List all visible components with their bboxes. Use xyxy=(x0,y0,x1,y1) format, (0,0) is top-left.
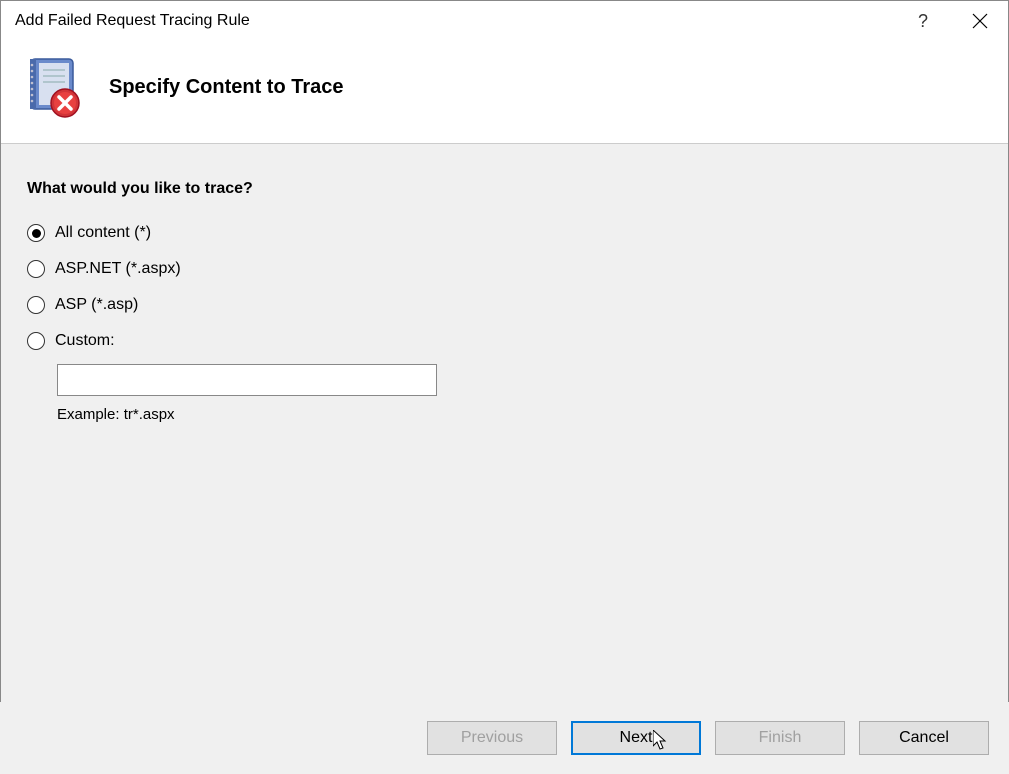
help-button[interactable]: ? xyxy=(910,7,936,36)
radio-icon xyxy=(27,260,45,278)
radio-custom[interactable]: Custom: xyxy=(27,332,982,350)
cancel-button[interactable]: Cancel xyxy=(859,721,989,755)
window-title: Add Failed Request Tracing Rule xyxy=(13,12,250,30)
prompt-label: What would you like to trace? xyxy=(27,180,982,198)
radio-icon xyxy=(27,224,45,242)
wizard-icon xyxy=(21,55,85,119)
radio-group: All content (*) ASP.NET (*.aspx) ASP (*.… xyxy=(27,224,982,350)
titlebar-controls: ? xyxy=(910,7,996,36)
radio-all-content[interactable]: All content (*) xyxy=(27,224,982,242)
radio-aspnet[interactable]: ASP.NET (*.aspx) xyxy=(27,260,982,278)
example-label: Example: tr*.aspx xyxy=(57,406,982,423)
close-icon xyxy=(972,13,988,29)
radio-label: ASP (*.asp) xyxy=(55,296,138,314)
custom-section: Example: tr*.aspx xyxy=(57,364,982,423)
radio-asp[interactable]: ASP (*.asp) xyxy=(27,296,982,314)
wizard-header: Specify Content to Trace xyxy=(1,41,1008,144)
radio-icon xyxy=(27,332,45,350)
radio-label: Custom: xyxy=(55,332,115,350)
wizard-heading: Specify Content to Trace xyxy=(109,76,344,99)
titlebar: Add Failed Request Tracing Rule ? xyxy=(1,1,1008,41)
radio-label: All content (*) xyxy=(55,224,151,242)
finish-button: Finish xyxy=(715,721,845,755)
radio-label: ASP.NET (*.aspx) xyxy=(55,260,181,278)
wizard-button-bar: Previous Next Finish Cancel xyxy=(0,702,1009,774)
close-button[interactable] xyxy=(964,9,996,33)
custom-pattern-input[interactable] xyxy=(57,364,437,396)
next-button[interactable]: Next xyxy=(571,721,701,755)
radio-icon xyxy=(27,296,45,314)
wizard-content: What would you like to trace? All conten… xyxy=(1,144,1008,762)
previous-button: Previous xyxy=(427,721,557,755)
